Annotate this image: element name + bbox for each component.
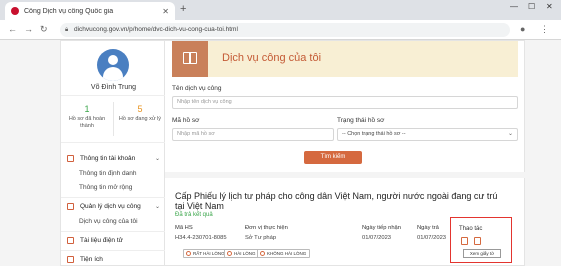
- chevron-down-icon: ⌄: [154, 203, 160, 210]
- menu-divider: [61, 197, 166, 198]
- browser-tab-bar: Cổng Dịch vụ công Quốc gia ✕ + — ☐ ✕: [0, 0, 561, 20]
- new-tab-icon[interactable]: +: [180, 3, 186, 15]
- search-button[interactable]: Tìm kiếm: [304, 151, 362, 164]
- documents-icon: [67, 236, 74, 244]
- section-divider: [165, 172, 525, 178]
- menu-utilities-label: Tiện ích: [80, 255, 103, 263]
- avatar: [97, 49, 129, 81]
- utilities-icon: [67, 255, 74, 263]
- menu-account[interactable]: Thông tin tài khoản ⌄: [61, 151, 166, 165]
- user-name: Võ Đình Trung: [90, 84, 137, 91]
- reload-icon[interactable]: ↻: [40, 24, 48, 35]
- menu-documents-label: Tài liệu điện tử: [80, 236, 124, 244]
- page: Võ Đình Trung 1 Hồ sơ đã hoàn thành 5 Hồ…: [0, 40, 561, 266]
- maximize-icon[interactable]: ☐: [528, 2, 535, 11]
- service-name-placeholder: Nhập tên dịch vụ công: [177, 99, 232, 105]
- col-header-received: Ngày tiếp nhận: [362, 225, 401, 231]
- cell-agency: Sở Tư pháp: [245, 235, 277, 241]
- menu-documents[interactable]: Tài liệu điện tử: [61, 233, 166, 247]
- minimize-icon[interactable]: —: [510, 2, 518, 11]
- menu-services-label: Quản lý dịch vụ công: [80, 202, 141, 210]
- record-code-input[interactable]: Nhập mã hồ sơ: [172, 128, 334, 141]
- menu-divider: [61, 231, 166, 232]
- close-window-icon[interactable]: ✕: [546, 2, 553, 11]
- record-status-label: Trạng thái hồ sơ: [337, 117, 385, 124]
- lock-icon: 🔒︎: [65, 27, 69, 33]
- main-content: Dịch vụ công của tôi Tên dịch vụ công Nh…: [165, 40, 525, 266]
- col-header-returned: Ngày trả: [417, 225, 439, 231]
- menu-kebab-icon[interactable]: ⋮: [540, 24, 549, 35]
- rate-very-satisfied-button[interactable]: RẤT HÀI LÒNG: [183, 249, 229, 258]
- menu-divider: [61, 250, 166, 251]
- profile-icon[interactable]: ●: [520, 24, 525, 34]
- browser-tab[interactable]: Cổng Dịch vụ công Quốc gia ✕: [5, 2, 175, 20]
- col-header-actions: Thao tác: [459, 226, 483, 232]
- result-title[interactable]: Cấp Phiếu lý lịch tư pháp cho công dân V…: [175, 191, 505, 211]
- stat-processing-value: 5: [137, 104, 143, 114]
- view-document-icon[interactable]: [461, 237, 468, 245]
- page-banner: Dịch vụ công của tôi: [172, 41, 518, 77]
- stats-panel: 1 Hồ sơ đã hoàn thành 5 Hồ sơ đang xử lý: [61, 95, 166, 143]
- menu-item-my-services[interactable]: Dịch vụ công của tôi: [61, 215, 166, 228]
- folder-icon: [172, 41, 208, 77]
- address-bar-row: ← → ↻ 🔒︎ dichvucong.gov.vn/p/home/dvc-di…: [0, 20, 561, 40]
- stat-processing[interactable]: 5 Hồ sơ đang xử lý: [115, 104, 165, 123]
- sidebar: Võ Đình Trung 1 Hồ sơ đã hoàn thành 5 Hồ…: [60, 40, 166, 266]
- menu-item-identity[interactable]: Thông tin định danh: [61, 167, 166, 180]
- cell-code: H34.4-230701-8085: [175, 235, 227, 241]
- rate-satisfied-label: HÀI LÒNG: [234, 251, 256, 256]
- cell-received: 01/07/2023: [362, 235, 392, 241]
- col-header-code: Mã HS: [175, 225, 193, 231]
- rate-very-satisfied-label: RẤT HÀI LÒNG: [193, 251, 225, 256]
- record-status-select[interactable]: -- Chọn trạng thái hồ sơ -- ⌄: [337, 128, 518, 141]
- close-tab-icon[interactable]: ✕: [162, 7, 169, 16]
- rating-dot-icon: [260, 251, 265, 256]
- rating-dot-icon: [186, 251, 191, 256]
- stat-processing-label: Hồ sơ đang xử lý: [118, 116, 162, 122]
- download-icon[interactable]: [474, 237, 481, 245]
- stats-divider: [113, 102, 114, 136]
- record-code-label: Mã hồ sơ: [172, 117, 200, 124]
- service-name-input[interactable]: Nhập tên dịch vụ công: [172, 96, 518, 109]
- chevron-down-icon: ⌄: [507, 131, 513, 137]
- stat-completed-label: Hồ sơ đã hoàn thành: [68, 116, 106, 129]
- stat-completed-value: 1: [84, 104, 90, 114]
- tooltip-view-documents: Xem giấy tờ: [463, 249, 501, 258]
- col-header-agency: Đơn vị thực hiện: [245, 225, 288, 231]
- rating-dot-icon: [227, 251, 232, 256]
- menu-services[interactable]: Quản lý dịch vụ công ⌄: [61, 199, 166, 213]
- rate-unsatisfied-button[interactable]: KHÔNG HÀI LÒNG: [257, 249, 311, 258]
- services-icon: [67, 202, 74, 210]
- page-title: Dịch vụ công của tôi: [222, 52, 322, 64]
- url-text: dichvucong.gov.vn/p/home/dvc-dich-vu-con…: [74, 26, 238, 33]
- back-icon[interactable]: ←: [8, 24, 17, 34]
- menu-utilities[interactable]: Tiện ích: [61, 252, 166, 266]
- stat-completed[interactable]: 1 Hồ sơ đã hoàn thành: [62, 104, 112, 130]
- rate-unsatisfied-label: KHÔNG HÀI LÒNG: [267, 251, 307, 256]
- menu-item-extended[interactable]: Thông tin mở rộng: [61, 181, 166, 194]
- site-favicon-icon: [11, 7, 19, 15]
- rate-satisfied-button[interactable]: HÀI LÒNG: [224, 249, 260, 258]
- service-name-label: Tên dịch vụ công: [172, 85, 222, 92]
- url-field[interactable]: 🔒︎ dichvucong.gov.vn/p/home/dvc-dich-vu-…: [60, 23, 510, 37]
- record-status-value: -- Chọn trạng thái hồ sơ --: [342, 131, 406, 137]
- menu-account-label: Thông tin tài khoản: [80, 154, 136, 162]
- chevron-down-icon: ⌄: [154, 155, 160, 162]
- account-icon: [67, 154, 74, 162]
- cell-returned: 01/07/2023: [417, 235, 447, 241]
- result-status: Đã trả kết quả: [175, 212, 213, 218]
- record-code-placeholder: Nhập mã hồ sơ: [177, 131, 215, 137]
- forward-icon[interactable]: →: [24, 24, 33, 34]
- tab-title: Cổng Dịch vụ công Quốc gia: [24, 7, 114, 15]
